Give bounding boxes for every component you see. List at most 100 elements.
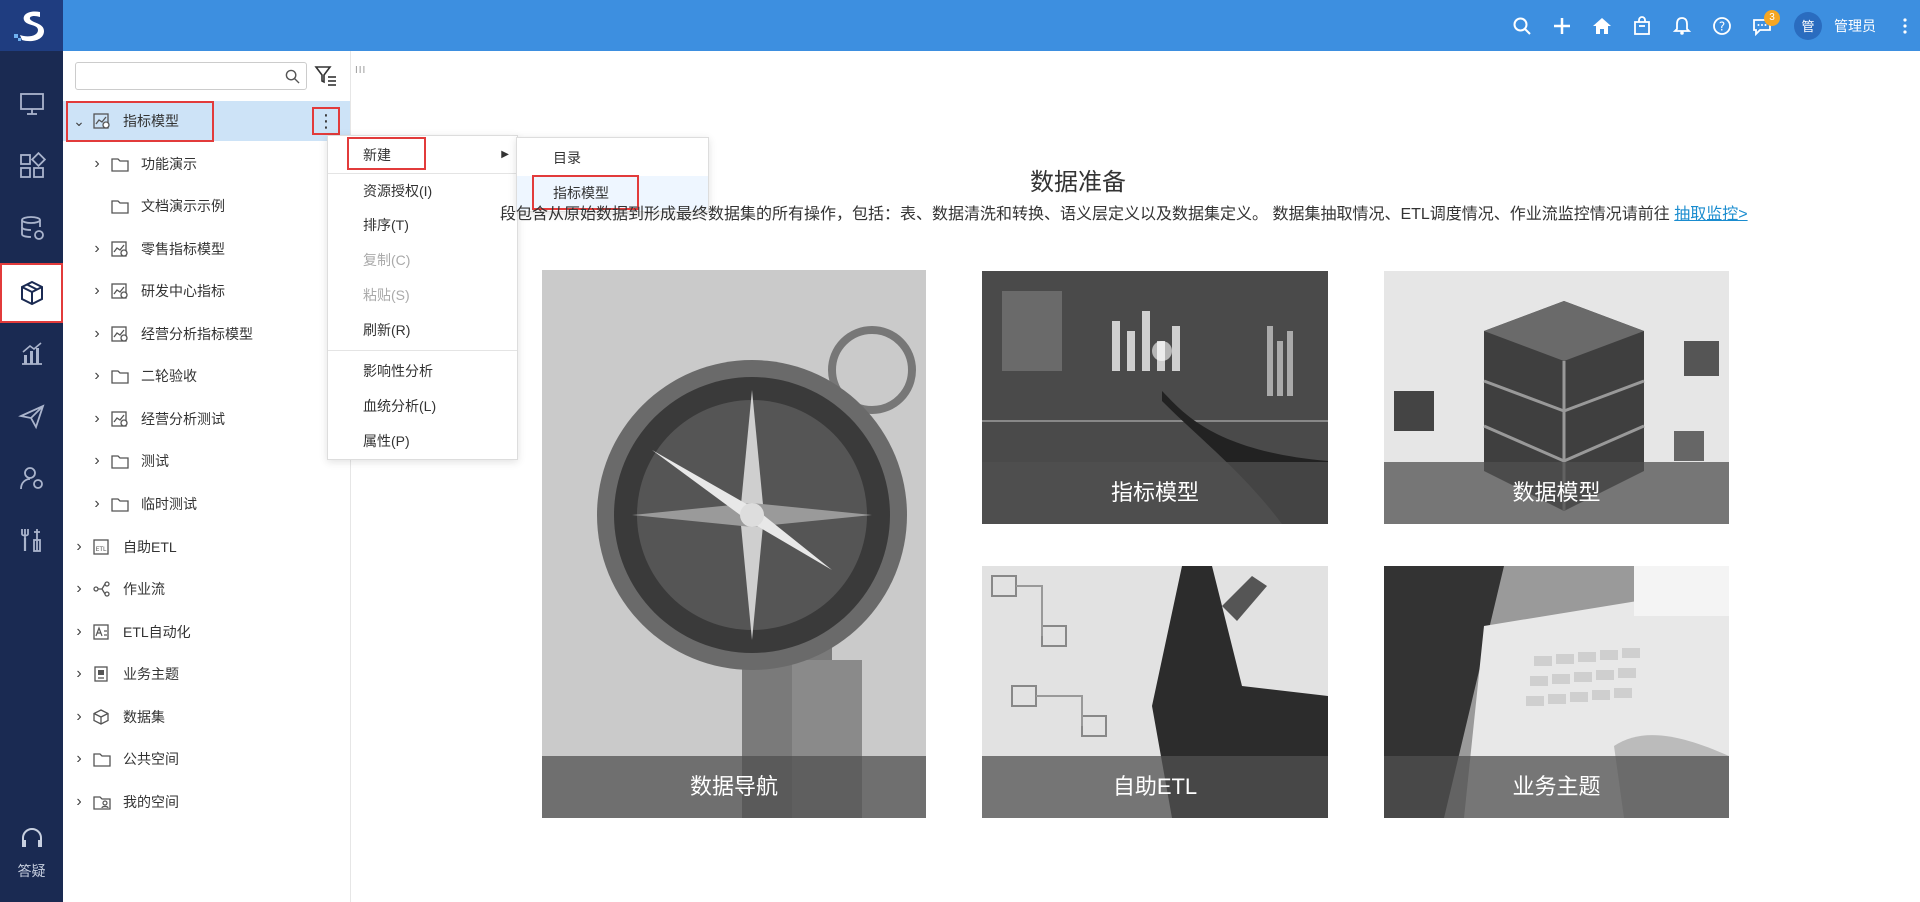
tree-item[interactable]: › 数据集	[63, 697, 350, 737]
chevron-right-icon[interactable]: ›	[91, 325, 103, 343]
tree-search-input[interactable]	[75, 62, 307, 90]
logo-icon	[13, 10, 44, 41]
menu-item-lineage[interactable]: 血统分析(L)	[328, 389, 517, 423]
user-settings-icon[interactable]	[0, 448, 63, 508]
tree-item[interactable]: › 零售指标模型	[63, 229, 350, 269]
tree-item-label: 功能演示	[141, 156, 197, 172]
user-name[interactable]: 管理员	[1834, 16, 1876, 36]
data-prep-icon[interactable]	[0, 263, 63, 323]
tree-item-label: 公共空间	[123, 751, 179, 767]
chevron-right-icon[interactable]: ›	[91, 452, 103, 470]
avatar[interactable]: 管	[1794, 11, 1822, 40]
bag-icon[interactable]	[1622, 0, 1662, 51]
card-metric-model[interactable]: 指标模型	[982, 271, 1328, 524]
metric-model-icon	[111, 325, 131, 343]
card-label: 指标模型	[982, 462, 1328, 524]
chevron-right-icon[interactable]: ›	[73, 665, 85, 683]
tree-item[interactable]: › 测试	[63, 441, 350, 481]
tree-item[interactable]: 文档演示示例	[63, 186, 350, 226]
metric-model-icon	[111, 282, 131, 300]
tree-item-label: 文档演示示例	[141, 198, 225, 214]
chevron-right-icon[interactable]: ›	[73, 793, 85, 811]
more-actions-button[interactable]: ⋮	[312, 107, 340, 135]
tree-item[interactable]: › 我的空间	[63, 782, 350, 822]
folder-icon	[111, 197, 131, 215]
tree-item[interactable]: › 作业流	[63, 569, 350, 609]
help-qa[interactable]: 答疑	[0, 826, 63, 881]
folder-icon	[111, 367, 131, 385]
tree-item[interactable]: › 功能演示	[63, 144, 350, 184]
card-data-navigation[interactable]: 数据导航	[542, 270, 926, 818]
card-business-theme[interactable]: 业务主题	[1384, 566, 1729, 818]
tree-item-label: 自助ETL	[123, 539, 177, 555]
chevron-right-icon[interactable]: ›	[91, 240, 103, 258]
chevron-right-icon[interactable]: ›	[91, 367, 103, 385]
tree-item-label: ETL自动化	[123, 624, 191, 640]
card-data-model[interactable]: 数据模型	[1384, 271, 1729, 524]
etl-auto-icon	[93, 623, 113, 641]
tree-search-field[interactable]	[76, 63, 276, 89]
extract-monitor-link[interactable]: 抽取监控>	[1674, 206, 1747, 223]
app-logo[interactable]	[0, 0, 63, 51]
chevron-right-icon[interactable]: ›	[73, 750, 85, 768]
panel-splitter[interactable]: III	[355, 65, 366, 76]
tree-item[interactable]: › 经营分析测试	[63, 399, 350, 439]
chevron-right-icon[interactable]: ›	[91, 495, 103, 513]
side-nav: 答疑	[0, 51, 63, 902]
chevron-right-icon[interactable]: ›	[73, 708, 85, 726]
components-icon[interactable]	[0, 136, 63, 196]
tree-item-label: 经营分析指标模型	[141, 326, 253, 342]
analysis-chart-icon[interactable]	[0, 324, 63, 384]
bell-icon[interactable]	[1662, 0, 1702, 51]
chevron-right-icon[interactable]: ›	[91, 155, 103, 173]
folder-icon	[111, 495, 131, 513]
help-label: 答疑	[17, 863, 46, 879]
menu-divider	[328, 350, 517, 351]
chat-icon[interactable]: 3	[1742, 0, 1782, 51]
more-icon[interactable]	[1890, 0, 1920, 51]
plus-icon[interactable]	[1542, 0, 1582, 51]
publish-icon[interactable]	[0, 386, 63, 446]
caret-right-icon: ▶	[501, 149, 509, 160]
tree-item-label: 作业流	[123, 581, 165, 597]
tree-item[interactable]: › ETL 自助ETL	[63, 527, 350, 567]
menu-item-sort[interactable]: 排序(T)	[328, 208, 517, 242]
tree-item[interactable]: › 临时测试	[63, 484, 350, 524]
highlight-box	[347, 137, 426, 170]
tree-item-label: 研发中心指标	[141, 283, 225, 299]
tree-item[interactable]: › 二轮验收	[63, 356, 350, 396]
tools-icon[interactable]	[0, 510, 63, 570]
chevron-right-icon[interactable]: ›	[91, 410, 103, 428]
tree-item[interactable]: › 业务主题	[63, 654, 350, 694]
tree-item-label: 数据集	[123, 709, 165, 725]
help-icon[interactable]: ?	[1702, 0, 1742, 51]
submenu-item-directory[interactable]: 目录	[517, 141, 708, 175]
menu-item-paste[interactable]: 粘贴(S)	[328, 278, 517, 312]
tree-item-label: 我的空间	[123, 794, 179, 810]
home-icon[interactable]	[1582, 0, 1622, 51]
card-label: 业务主题	[1384, 756, 1729, 818]
tree-item[interactable]: › 经营分析指标模型	[63, 314, 350, 354]
tree-item[interactable]: › 研发中心指标	[63, 271, 350, 311]
chevron-right-icon[interactable]: ›	[73, 623, 85, 641]
tree-item[interactable]: › ETL自动化	[63, 612, 350, 652]
search-icon[interactable]	[285, 69, 300, 84]
menu-item-impact-analysis[interactable]: 影响性分析	[328, 354, 517, 388]
tree-item-label: 业务主题	[123, 666, 179, 682]
menu-item-permission[interactable]: 资源授权(I)	[328, 174, 517, 208]
menu-item-properties[interactable]: 属性(P)	[328, 424, 517, 458]
business-theme-icon	[93, 665, 113, 683]
monitor-icon[interactable]	[0, 74, 63, 134]
chevron-right-icon[interactable]: ›	[73, 538, 85, 556]
chevron-right-icon[interactable]: ›	[91, 282, 103, 300]
menu-item-copy[interactable]: 复制(C)	[328, 243, 517, 277]
workflow-icon	[93, 580, 113, 598]
database-settings-icon[interactable]	[0, 198, 63, 258]
menu-item-refresh[interactable]: 刷新(R)	[328, 313, 517, 347]
filter-icon[interactable]	[314, 63, 338, 87]
chevron-right-icon[interactable]: ›	[73, 580, 85, 598]
search-icon[interactable]	[1502, 0, 1542, 51]
folder-icon	[93, 750, 113, 768]
card-self-service-etl[interactable]: 自助ETL	[982, 566, 1328, 818]
tree-item[interactable]: › 公共空间	[63, 739, 350, 779]
